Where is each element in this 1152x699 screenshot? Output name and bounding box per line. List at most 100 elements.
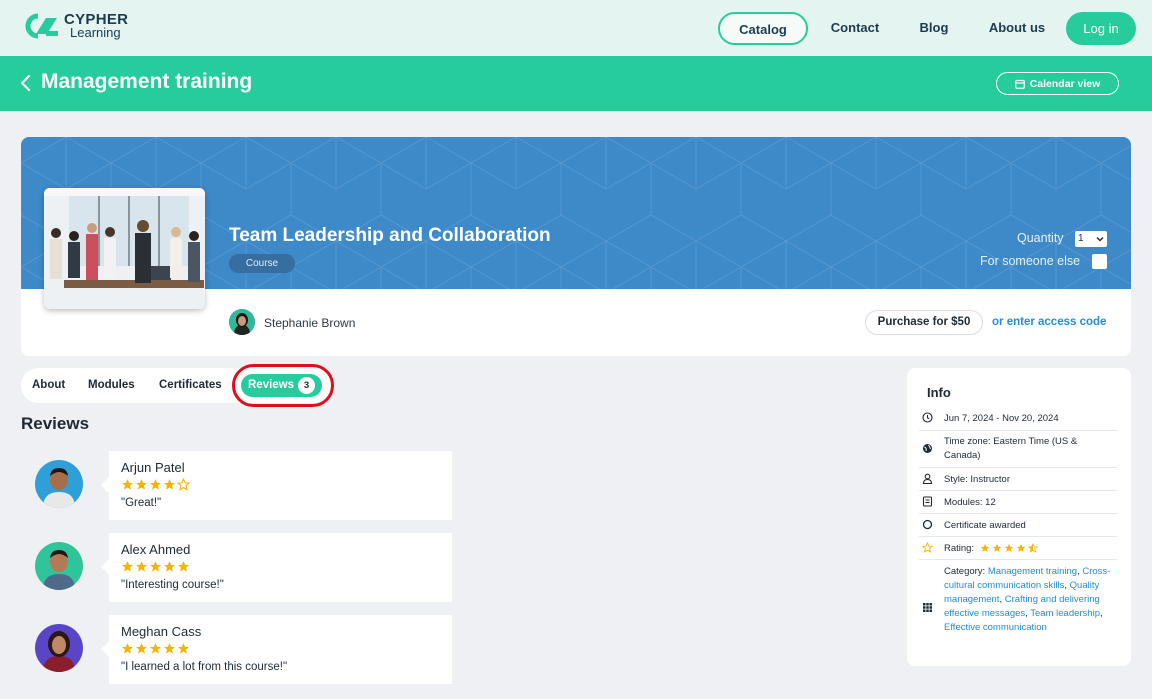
star-outline-icon — [922, 542, 933, 553]
review-text: "Interesting course!" — [121, 579, 224, 591]
star-icon — [1004, 544, 1013, 553]
review-item: Meghan Cass "I learned a lot from this c… — [35, 615, 452, 685]
tab-modules[interactable]: Modules — [88, 368, 135, 403]
category-link[interactable]: Effective communication — [944, 622, 1047, 633]
logo-mark-icon — [25, 13, 58, 39]
login-button[interactable]: Log in — [1066, 12, 1136, 45]
info-modules-row: Modules: 12 — [919, 491, 1117, 514]
star-icon — [164, 561, 175, 572]
star-icon — [164, 643, 175, 654]
info-dates: Jun 7, 2024 - Nov 20, 2024 — [944, 413, 1059, 424]
review-item: Arjun Patel "Great!" — [35, 451, 452, 521]
top-navigation: CYPHER Learning Catalog Contact Blog Abo… — [0, 0, 1152, 56]
star-icon — [992, 544, 1001, 553]
reviewer-name: Meghan Cass — [121, 624, 202, 639]
tab-certificates[interactable]: Certificates — [159, 368, 222, 403]
enter-access-code-link[interactable]: or enter access code — [992, 316, 1106, 328]
globe-icon — [923, 444, 932, 453]
review-text: "I learned a lot from this course!" — [121, 661, 288, 673]
review-text: "Great!" — [121, 497, 162, 509]
nav-catalog[interactable]: Catalog — [718, 12, 808, 45]
info-dates-row: Jun 7, 2024 - Nov 20, 2024 — [919, 408, 1117, 431]
quantity-label: Quantity — [1017, 231, 1064, 245]
logo-text: CYPHER Learning — [64, 12, 128, 40]
user-icon — [922, 473, 933, 484]
star-icon — [177, 478, 190, 491]
info-modules: Modules: 12 — [944, 497, 996, 508]
reviews-tab-highlight-annotation — [232, 364, 334, 407]
instructor-name: Stephanie Brown — [264, 316, 356, 330]
info-style: Style: Instructor — [944, 474, 1010, 485]
reviewer-name: Arjun Patel — [121, 460, 185, 475]
info-certificate: Certificate awarded — [944, 520, 1026, 531]
review-card: Arjun Patel "Great!" — [101, 451, 452, 520]
quantity-value: 1 — [1078, 233, 1084, 244]
clock-icon — [922, 412, 933, 423]
info-category-row: Category: Management training, Cross-cul… — [919, 560, 1117, 654]
review-rating — [121, 560, 190, 574]
review-rating — [121, 642, 190, 656]
calendar-icon — [1014, 79, 1025, 89]
category-link[interactable]: Team leadership — [1030, 608, 1100, 619]
quantity-select[interactable]: 1 — [1075, 231, 1107, 247]
course-info-panel: Info Jun 7, 2024 - Nov 20, 2024 Time zon… — [907, 368, 1131, 666]
star-icon — [150, 479, 161, 490]
reviewer-avatar — [35, 542, 83, 590]
info-style-row: Style: Instructor — [919, 468, 1117, 491]
reviews-heading: Reviews — [21, 414, 90, 433]
nav-about-us[interactable]: About us — [980, 12, 1054, 45]
star-icon — [122, 643, 133, 654]
page-header-bar: Management training Calendar view — [0, 56, 1152, 111]
for-someone-else-checkbox[interactable] — [1092, 254, 1107, 269]
reviewer-avatar — [35, 624, 83, 672]
course-type-badge: Course — [229, 254, 295, 273]
nav-blog[interactable]: Blog — [905, 12, 963, 45]
course-thumbnail-image — [44, 188, 205, 309]
reviewer-avatar — [35, 460, 83, 508]
star-icon — [1016, 544, 1025, 553]
cypher-learning-logo[interactable]: CYPHER Learning — [22, 12, 128, 40]
info-rating-stars — [980, 543, 1038, 554]
star-icon — [178, 643, 189, 654]
nav-contact[interactable]: Contact — [818, 12, 892, 45]
grid-icon — [923, 603, 932, 612]
category-link[interactable]: Management training — [988, 566, 1077, 577]
star-icon — [980, 544, 989, 553]
star-icon — [122, 479, 133, 490]
certificate-circle-icon — [922, 519, 933, 530]
star-icon — [178, 561, 189, 572]
review-card: Meghan Cass "I learned a lot from this c… — [101, 615, 452, 684]
course-card: Team Leadership and Collaboration Course… — [21, 137, 1131, 356]
reviewer-name: Alex Ahmed — [121, 542, 191, 557]
star-icon — [150, 643, 161, 654]
info-rating: Rating: — [944, 542, 1116, 556]
info-timezone-row: Time zone: Eastern Time (US & Canada) — [919, 431, 1117, 468]
star-icon — [150, 561, 161, 572]
review-rating — [121, 478, 190, 492]
info-rating-label: Rating: — [944, 543, 975, 554]
logo-line-2: Learning — [70, 25, 121, 40]
back-chevron-icon[interactable] — [18, 73, 34, 93]
chevron-down-icon — [1096, 237, 1104, 242]
star-icon — [1027, 543, 1038, 554]
calendar-view-button[interactable]: Calendar view — [996, 72, 1119, 95]
review-card: Alex Ahmed "Interesting course!" — [101, 533, 452, 602]
info-certificate-row: Certificate awarded — [919, 514, 1117, 537]
review-item: Alex Ahmed "Interesting course!" — [35, 533, 452, 603]
purchase-button[interactable]: Purchase for $50 — [865, 310, 983, 335]
info-category-label: Category: — [944, 566, 986, 577]
info-title: Info — [927, 385, 951, 400]
instructor-avatar — [229, 309, 255, 335]
star-icon — [122, 561, 133, 572]
tab-about[interactable]: About — [32, 368, 65, 403]
course-title: Team Leadership and Collaboration — [229, 225, 551, 246]
star-icon — [164, 479, 175, 490]
info-timezone: Time zone: Eastern Time (US & Canada) — [944, 436, 1078, 461]
info-categories: Category: Management training, Cross-cul… — [944, 566, 1111, 633]
info-rating-row: Rating: — [919, 537, 1117, 560]
calendar-view-label: Calendar view — [1029, 77, 1101, 90]
star-icon — [136, 643, 147, 654]
book-icon — [922, 496, 933, 507]
star-icon — [136, 561, 147, 572]
star-icon — [136, 479, 147, 490]
